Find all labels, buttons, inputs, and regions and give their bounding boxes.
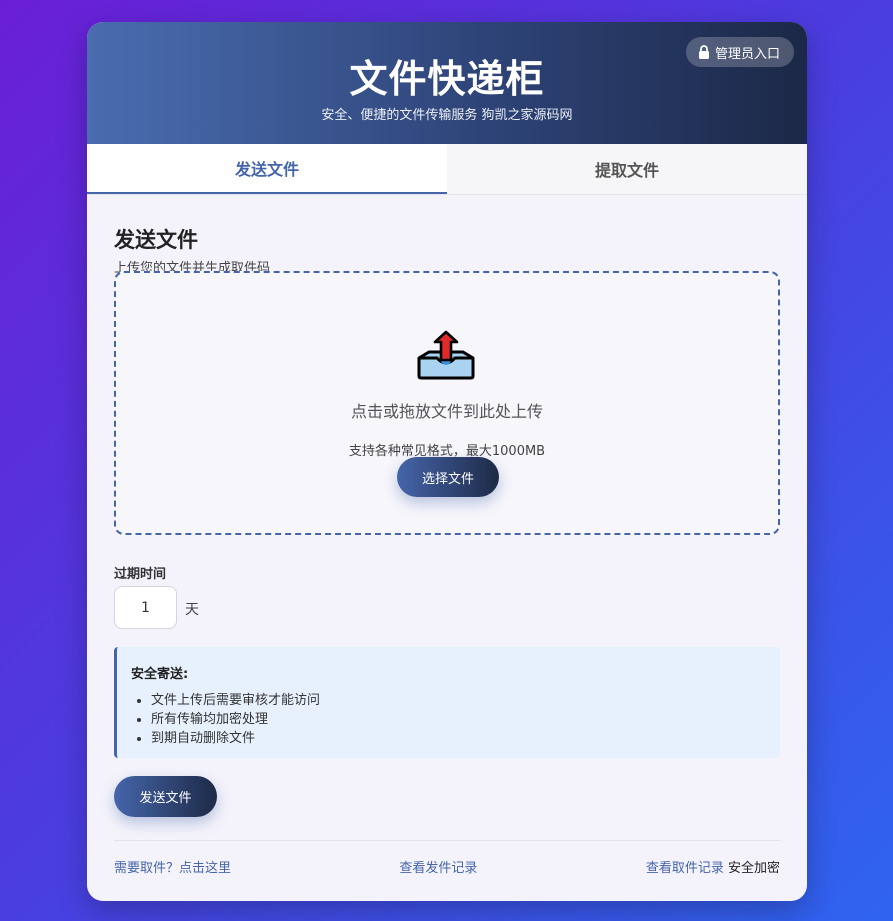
list-item: 所有传输均加密处理	[151, 710, 764, 729]
file-locker-card: 文件快递柜 安全、便捷的文件传输服务 狗凯之家源码网 管理员入口 发送文件 提取…	[87, 22, 807, 901]
notice-list: 文件上传后需要审核才能访问 所有传输均加密处理 到期自动删除文件	[131, 691, 764, 748]
pickup-records-link[interactable]: 查看取件记录	[646, 861, 724, 876]
footer-right: 查看取件记录 安全加密	[646, 857, 780, 876]
admin-entry-label: 管理员入口	[714, 46, 780, 62]
send-panel: 发送文件 上传您的文件并生成取件码 点击或拖放文件到此处上传 支持各种常见格式，…	[114, 195, 780, 876]
admin-entry-button[interactable]: 管理员入口	[685, 37, 794, 67]
tab-send[interactable]: 发送文件	[87, 144, 447, 194]
send-file-button[interactable]: 发送文件	[114, 776, 217, 817]
list-item: 到期自动删除文件	[151, 729, 764, 748]
choose-file-button[interactable]: 选择文件	[397, 457, 499, 497]
lock-icon	[698, 45, 709, 59]
security-notice: 安全寄送: 文件上传后需要审核才能访问 所有传输均加密处理 到期自动删除文件	[114, 647, 780, 758]
expire-unit: 天	[185, 602, 199, 618]
pickup-link[interactable]: 需要取件？点击这里	[114, 857, 231, 876]
header: 文件快递柜 安全、便捷的文件传输服务 狗凯之家源码网 管理员入口	[87, 22, 807, 144]
tab-bar: 发送文件 提取文件	[87, 144, 807, 195]
section-title: 发送文件	[114, 228, 198, 252]
secure-text: 安全加密	[727, 861, 780, 876]
tab-pickup[interactable]: 提取文件	[447, 144, 807, 194]
expire-label: 过期时间	[114, 567, 167, 582]
send-records-link[interactable]: 查看发件记录	[399, 857, 477, 876]
expire-days-input[interactable]	[114, 586, 177, 629]
page-subtitle: 安全、便捷的文件传输服务 狗凯之家源码网	[321, 108, 573, 123]
list-item: 文件上传后需要审核才能访问	[151, 691, 764, 710]
notice-title: 安全寄送:	[131, 667, 189, 682]
footer-links: 需要取件？点击这里 查看发件记录 查看取件记录 安全加密	[114, 840, 780, 888]
file-dropzone[interactable]: 点击或拖放文件到此处上传 支持各种常见格式，最大1000MB 选择文件	[114, 271, 780, 535]
upload-tray-icon	[417, 330, 475, 380]
dropzone-main-text: 点击或拖放文件到此处上传	[350, 402, 543, 421]
